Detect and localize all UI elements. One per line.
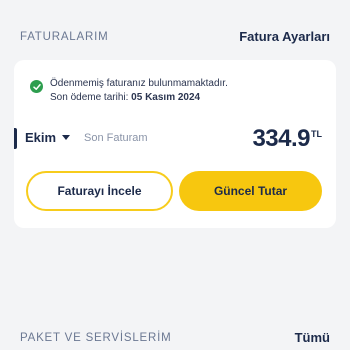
invoice-settings-link[interactable]: Fatura Ayarları (239, 29, 330, 44)
amount-value: 334.9 (252, 125, 310, 152)
currency-label: TL (311, 129, 322, 139)
arrow-up-right-icon (238, 220, 245, 227)
review-bill-button[interactable]: Faturayı İncele (26, 171, 173, 211)
month-tile-label: EKİM (262, 217, 285, 227)
packages-title: PAKET VE SERVİSLERİM (20, 331, 172, 344)
arrow-up-right-icon (82, 220, 89, 227)
bill-amount: 334.9 TL (252, 125, 322, 153)
month-tile-label: EYLÜL (184, 217, 213, 227)
selected-month: Ekim (25, 130, 57, 145)
notice-line-2: Son ödeme tarihi: 05 Kasım 2024 (50, 91, 228, 105)
invoices-title: FATURALARIM (20, 30, 109, 43)
chevron-down-icon (62, 135, 71, 140)
packages-header: PAKET VE SERVİSLERİM Tümü (20, 330, 330, 345)
packages-all-link[interactable]: Tümü (295, 330, 330, 345)
due-date-label: Son ödeme tarihi: (50, 92, 129, 103)
invoices-header: FATURALARIM Fatura Ayarları (20, 29, 330, 44)
bill-card: Ödenmemiş faturanız bulunmamaktadır. Son… (14, 60, 336, 228)
notice-line-1: Ödenmemiş faturanız bulunmamaktadır. (50, 78, 228, 89)
month-row: Ekim Son Faturam 334.9 TL (14, 125, 336, 153)
payment-notice: Ödenmemiş faturanız bulunmamaktadır. Son… (30, 77, 228, 105)
arrow-up-right-icon (316, 220, 323, 227)
accent-bar (14, 128, 17, 149)
month-tile-label: TEMMUZ (27, 217, 65, 227)
last-bill-label: Son Faturam (84, 132, 148, 144)
month-tile-label: AĞUSTOS (105, 217, 149, 227)
due-date-value: 05 Kasım 2024 (131, 92, 201, 103)
month-tiles: TEMMUZ AĞUSTOS EYLÜL EKİM (21, 217, 329, 293)
arrow-up-right-icon (160, 220, 167, 227)
check-circle-icon (30, 80, 43, 93)
month-dropdown[interactable]: Ekim (25, 130, 71, 145)
current-amount-button[interactable]: Güncel Tutar (179, 171, 322, 211)
